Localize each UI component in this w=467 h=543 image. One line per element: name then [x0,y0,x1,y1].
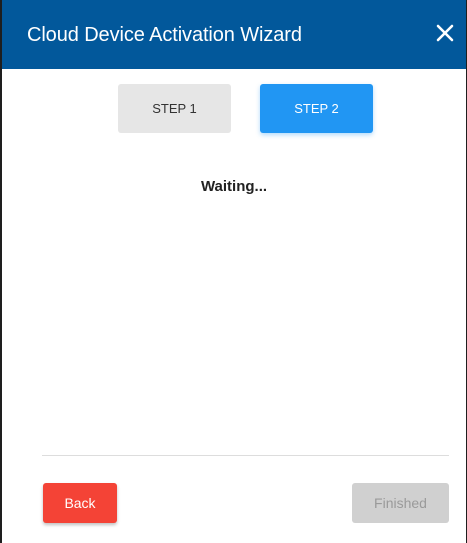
back-button[interactable]: Back [43,483,117,523]
finished-button-label: Finished [374,495,427,511]
dialog-title: Cloud Device Activation Wizard [27,24,302,46]
tab-step-2[interactable]: STEP 2 [260,84,373,133]
tab-step-1[interactable]: STEP 1 [118,84,231,133]
dialog-header: Cloud Device Activation Wizard [2,0,466,69]
activation-wizard-dialog: Cloud Device Activation Wizard STEP 1 ST… [0,0,467,543]
back-button-label: Back [64,495,96,511]
footer-divider [42,455,449,456]
tab-step-2-label: STEP 2 [294,101,339,116]
close-icon[interactable] [432,20,458,46]
finished-button[interactable]: Finished [352,483,449,523]
status-text: Waiting... [200,178,268,195]
tab-step-1-label: STEP 1 [152,101,197,116]
